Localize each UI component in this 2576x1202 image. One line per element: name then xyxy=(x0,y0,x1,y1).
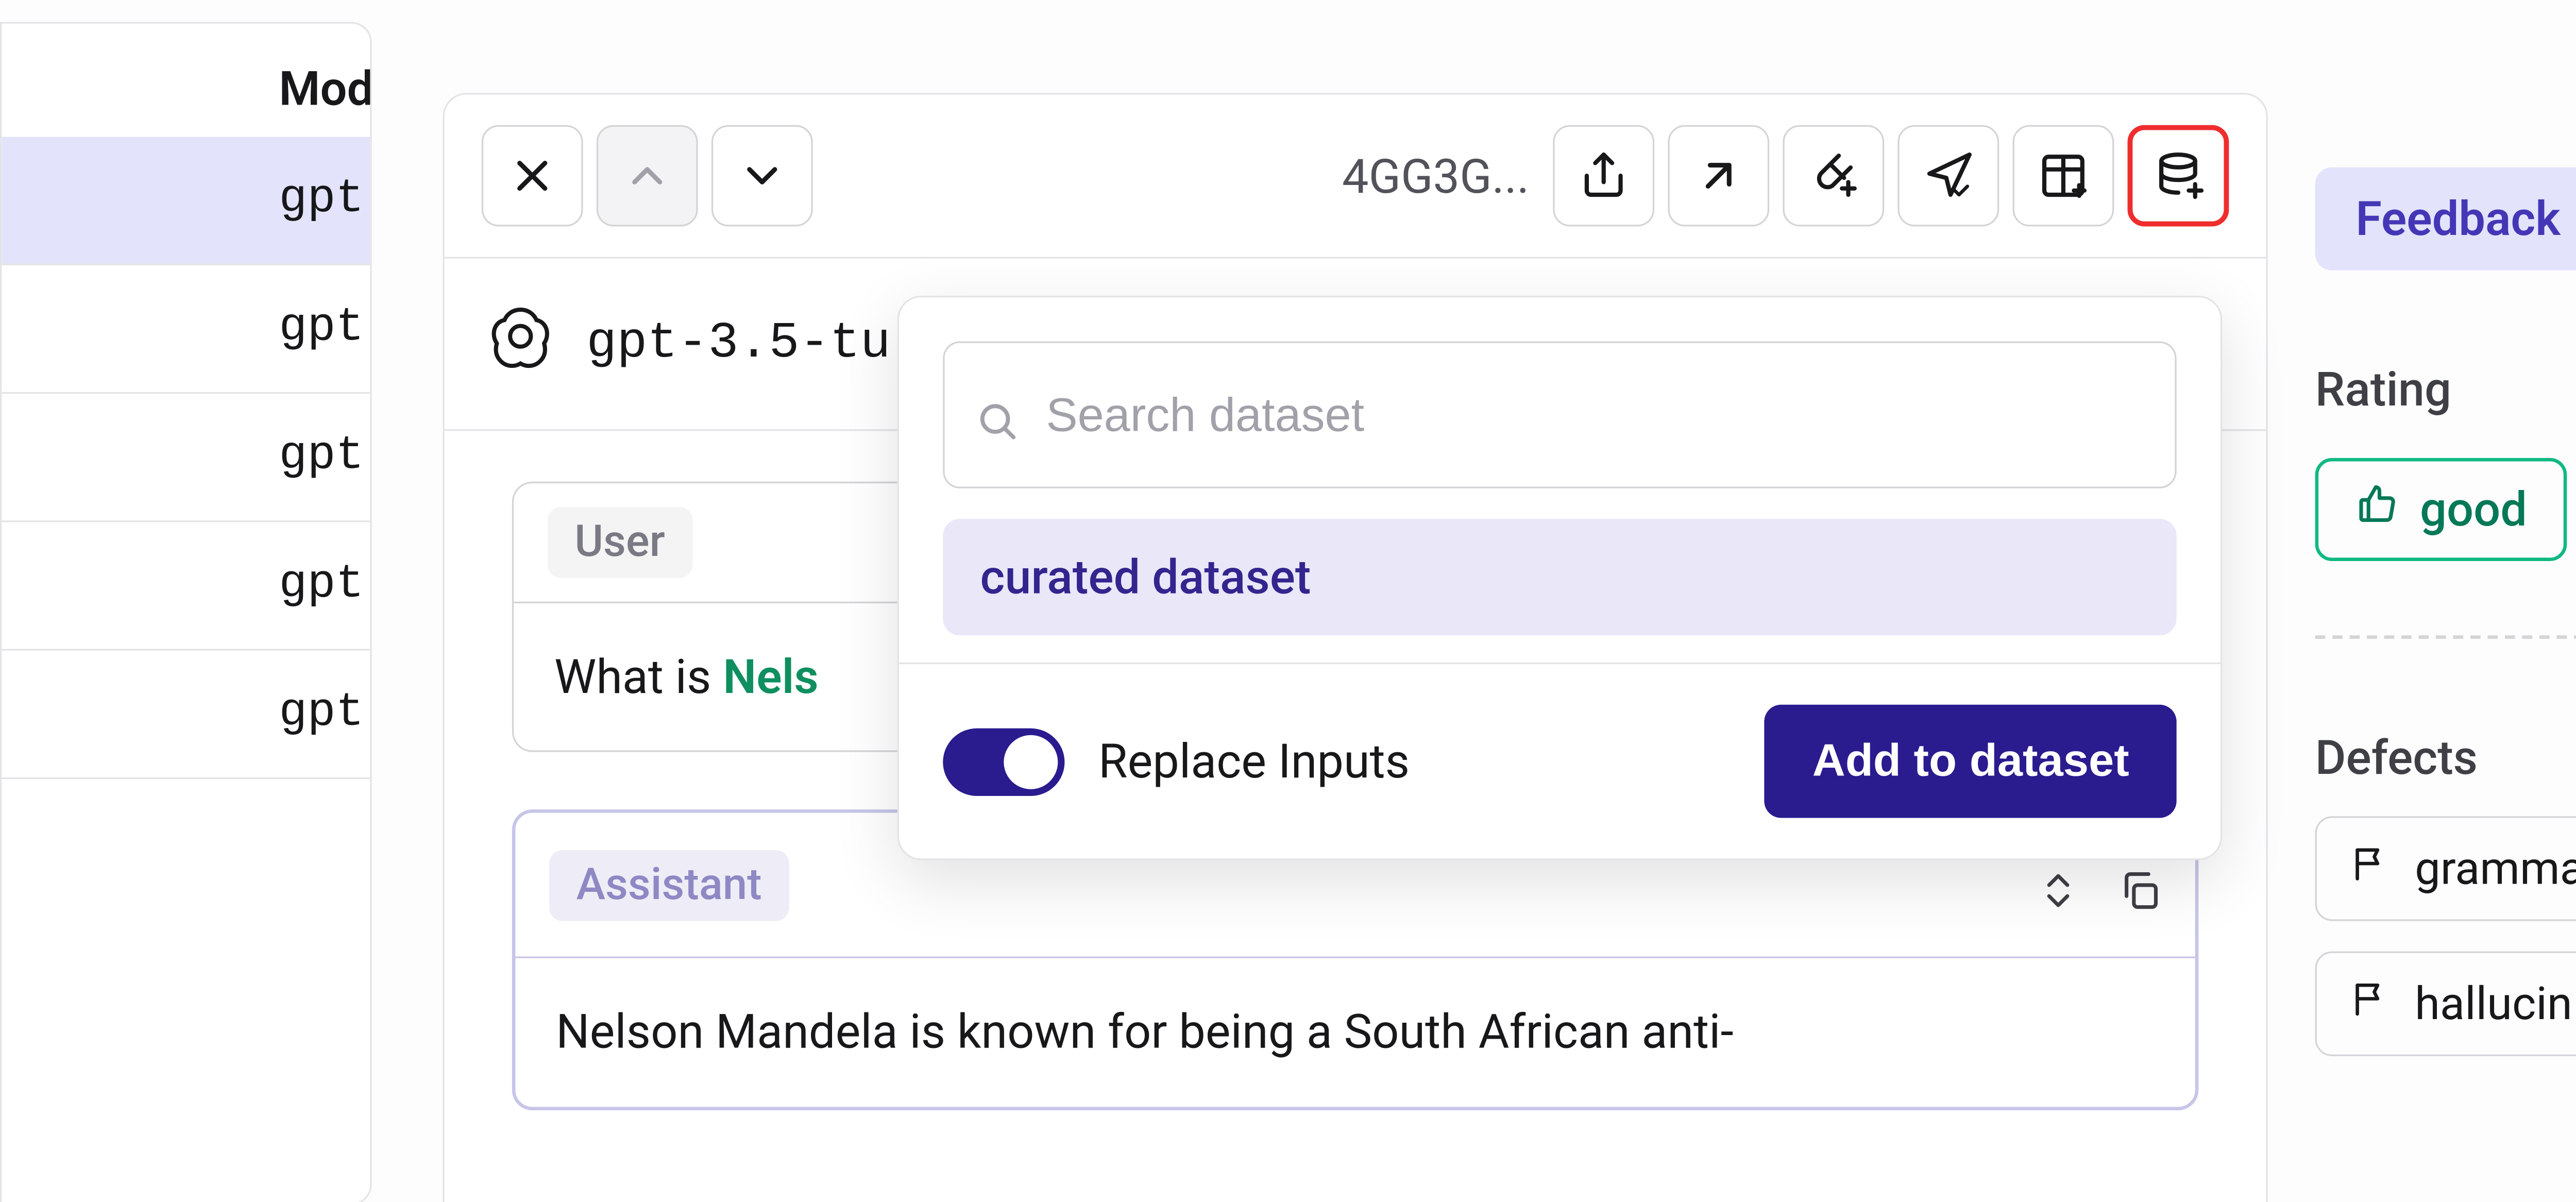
sidebar-item[interactable]: gpt- xyxy=(2,522,370,651)
sidebar-heading: Mod xyxy=(2,24,370,137)
role-badge-assistant: Assistant xyxy=(549,850,789,921)
defect-label: hallucin xyxy=(2415,977,2572,1031)
add-to-table-button[interactable] xyxy=(2012,125,2114,227)
share-button[interactable] xyxy=(1553,125,1654,227)
dataset-option[interactable]: curated dataset xyxy=(943,519,2176,635)
add-to-dataset-button[interactable] xyxy=(2128,125,2229,227)
add-to-dataset-submit[interactable]: Add to dataset xyxy=(1765,705,2177,818)
model-name: gpt-3.5-tu xyxy=(586,315,891,373)
user-text-highlight: Nels xyxy=(723,649,818,705)
divider xyxy=(2315,635,2576,639)
replace-inputs-label: Replace Inputs xyxy=(1098,734,1410,789)
open-external-button[interactable] xyxy=(1668,125,1769,227)
rating-value: good xyxy=(2420,482,2527,537)
dataset-popover: curated dataset Replace Inputs Add to da… xyxy=(897,296,2223,860)
role-badge-user: User xyxy=(548,507,692,578)
user-text-pre: What is xyxy=(554,649,723,705)
sidebar-item[interactable]: gpt- xyxy=(2,265,370,394)
test-tube-button[interactable] xyxy=(1783,125,1884,227)
assistant-message-body: Nelson Mandela is known for being a Sout… xyxy=(515,959,2195,1107)
model-sidebar: Mod gpt- gpt- gpt- gpt- gpt- xyxy=(0,22,372,1202)
location-code-button[interactable] xyxy=(1897,125,1999,227)
sidebar-item[interactable]: gpt- xyxy=(2,394,370,522)
rating-chip-good[interactable]: good xyxy=(2315,458,2568,561)
sidebar-item[interactable]: gpt- xyxy=(2,651,370,779)
sidebar-item[interactable]: gpt- xyxy=(2,137,370,265)
defect-chip[interactable]: gramma xyxy=(2315,816,2576,921)
close-button[interactable] xyxy=(482,125,583,227)
thumbs-up-icon xyxy=(2355,482,2399,537)
prev-button[interactable] xyxy=(597,125,698,227)
trace-id: 4GG3G... xyxy=(1342,148,1530,204)
flag-icon xyxy=(2350,841,2391,895)
next-button[interactable] xyxy=(711,125,813,227)
openai-logo-icon xyxy=(485,296,556,392)
defects-label: Defects xyxy=(2315,730,2576,786)
rating-label: Rating xyxy=(2315,362,2576,417)
defect-chip[interactable]: hallucin xyxy=(2315,952,2576,1056)
dataset-search-input[interactable] xyxy=(1043,386,2145,444)
feedback-tab[interactable]: Feedback xyxy=(2315,167,2576,270)
toolbar: 4GG3G... xyxy=(445,95,2266,259)
feedback-panel: Feedback Rating good Defects gramma hall… xyxy=(2315,159,2576,1056)
flag-icon xyxy=(2350,977,2391,1031)
search-icon xyxy=(975,367,1019,463)
dataset-search[interactable] xyxy=(943,342,2176,488)
replace-inputs-toggle[interactable] xyxy=(943,727,1064,795)
defect-label: gramma xyxy=(2415,841,2576,895)
